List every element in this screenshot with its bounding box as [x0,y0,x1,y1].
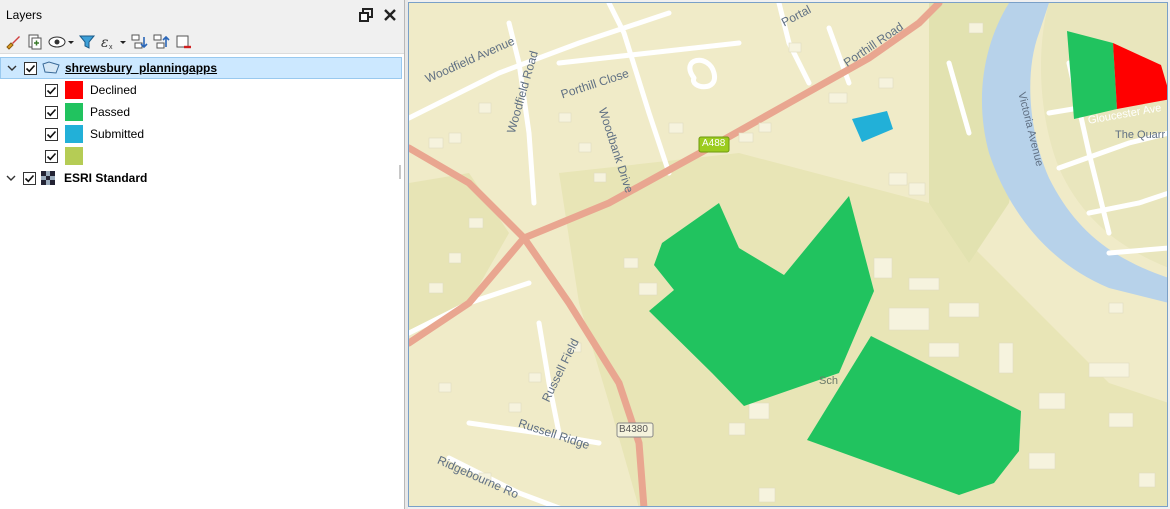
layers-panel: Layers εx shrewsbury_planningapps Declin… [0,0,405,509]
map-road-shield: B4380 [619,424,648,435]
visibility-eye-icon[interactable] [47,32,75,52]
map-place-label: Sch [819,375,838,387]
legend-item-declined[interactable]: Declined [0,79,404,101]
legend-label: Submitted [90,127,145,141]
legend-checkbox[interactable] [45,149,58,163]
expression-filter-icon[interactable]: εx [99,32,127,52]
legend-item-other[interactable] [0,145,404,167]
layer-visibility-checkbox[interactable] [24,61,37,75]
panel-resize-grip[interactable] [399,165,401,179]
close-icon[interactable] [382,7,398,23]
layers-toolbar: εx [0,30,404,54]
expand-all-icon[interactable] [129,32,149,52]
chevron-down-icon[interactable] [4,174,18,182]
remove-layer-icon[interactable] [173,32,193,52]
panel-titlebar: Layers [0,0,404,30]
legend-label: Passed [90,105,131,119]
add-group-icon[interactable] [25,32,45,52]
legend-swatch [65,125,83,143]
filter-funnel-icon[interactable] [77,32,97,52]
collapse-all-icon[interactable] [151,32,171,52]
legend-swatch [65,81,83,99]
svg-text:x: x [109,44,113,51]
style-brush-icon[interactable] [3,32,23,52]
layer-tree: shrewsbury_planningapps Declined Passed … [0,54,404,189]
raster-tile-layer-icon [41,170,59,186]
legend-checkbox[interactable] [45,127,58,141]
legend-checkbox[interactable] [45,105,58,119]
legend-swatch [65,147,83,165]
layer-name: ESRI Standard [64,171,148,185]
legend-label: Declined [90,83,137,97]
layer-visibility-checkbox[interactable] [23,171,36,185]
panel-title: Layers [6,8,43,22]
legend-item-submitted[interactable]: Submitted [0,123,404,145]
legend-checkbox[interactable] [45,83,58,97]
chevron-down-icon[interactable] [5,64,19,72]
float-panel-icon[interactable] [358,7,374,23]
layer-row-shrewsbury-planningapps[interactable]: shrewsbury_planningapps [0,57,402,79]
map-place-label: The Quarr [1115,129,1166,141]
map-road-shield: A488 [702,138,726,149]
map-canvas[interactable]: Woodfield Avenue Woodfield Road Porthill… [408,2,1168,507]
legend-swatch [65,103,83,121]
svg-text:ε: ε [101,35,109,51]
layer-row-esri-standard[interactable]: ESRI Standard [0,167,404,189]
legend-item-passed[interactable]: Passed [0,101,404,123]
layer-name: shrewsbury_planningapps [65,61,218,75]
polygon-layer-icon [42,60,60,76]
